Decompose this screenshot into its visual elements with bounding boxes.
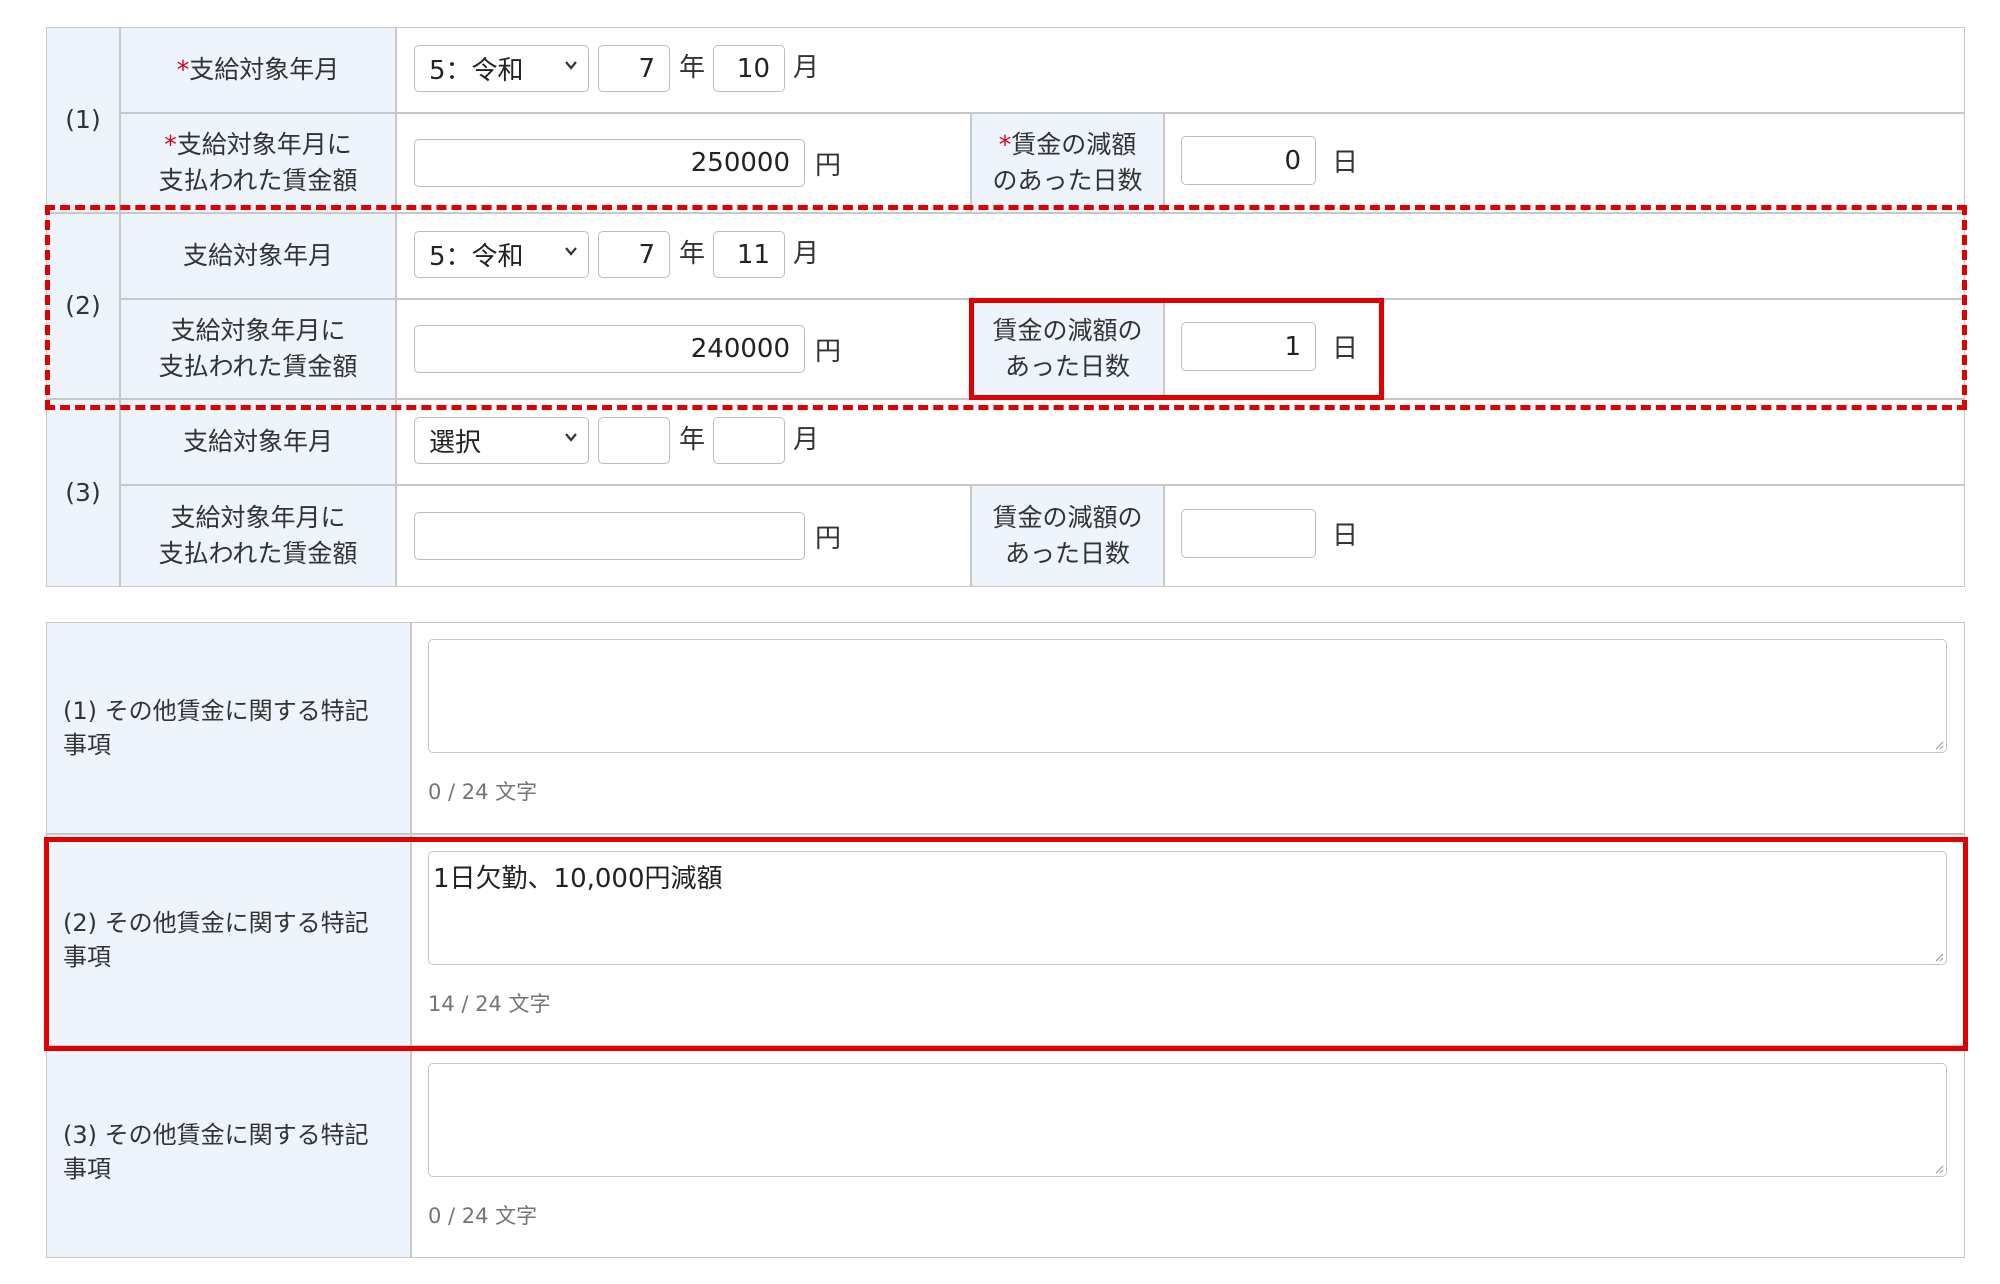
required-mark: * [176, 55, 190, 84]
days-unit-3: 日 [1332, 520, 1359, 551]
days-input-3[interactable] [1181, 509, 1316, 558]
year-input-1[interactable]: 7 [598, 45, 670, 92]
required-mark: * [164, 130, 177, 159]
era-select-1[interactable]: 5：令和 [414, 45, 589, 92]
row-index-1: (1) [46, 27, 120, 213]
year-input-3[interactable] [598, 417, 670, 464]
wage-input-3[interactable] [414, 512, 805, 560]
month-input-3[interactable] [713, 417, 785, 464]
remark-counter-1: 0 / 24 文字 [428, 780, 538, 804]
remark-label-1: (1) その他賃金に関する特記 事項 [46, 622, 411, 834]
chevron-down-icon [565, 60, 577, 70]
required-mark: * [998, 130, 1012, 159]
remark-textarea-1[interactable] [428, 639, 1947, 753]
days-unit-1: 日 [1332, 147, 1359, 178]
wage-unit-3: 円 [815, 523, 842, 554]
month-unit-1: 月 [793, 52, 820, 83]
days-label-1: *賃金の減額 のあった日数 [971, 113, 1164, 213]
year-month-label-1: *支給対象年月 [120, 27, 396, 113]
wage-label-1: *支給対象年月に 支払われた賃金額 [120, 113, 396, 213]
wage-unit-1: 円 [815, 150, 842, 181]
remark-label-3: (3) その他賃金に関する特記 事項 [46, 1046, 411, 1258]
remark-counter-3: 0 / 24 文字 [428, 1204, 538, 1228]
days-label-3: 賃金の減額の あった日数 [971, 485, 1164, 587]
year-month-label-3: 支給対象年月 [120, 399, 396, 485]
era-select-3[interactable]: 選択 [414, 417, 589, 464]
year-unit-1: 年 [679, 52, 706, 83]
year-unit-3: 年 [679, 424, 706, 455]
highlight-days-field-2 [969, 298, 1384, 400]
resize-grip-icon[interactable] [1932, 1162, 1944, 1174]
row-index-3: (3) [46, 399, 120, 587]
chevron-down-icon [565, 432, 577, 442]
month-input-1[interactable]: 10 [713, 45, 785, 92]
wage-input-1[interactable]: 250000 [414, 139, 805, 187]
highlight-remark-2 [44, 837, 1968, 1051]
resize-grip-icon[interactable] [1932, 738, 1944, 750]
remark-textarea-3[interactable] [428, 1063, 1947, 1177]
days-input-1[interactable]: 0 [1181, 136, 1316, 185]
wage-label-3: 支給対象年月に 支払われた賃金額 [120, 485, 396, 587]
month-unit-3: 月 [793, 424, 820, 455]
